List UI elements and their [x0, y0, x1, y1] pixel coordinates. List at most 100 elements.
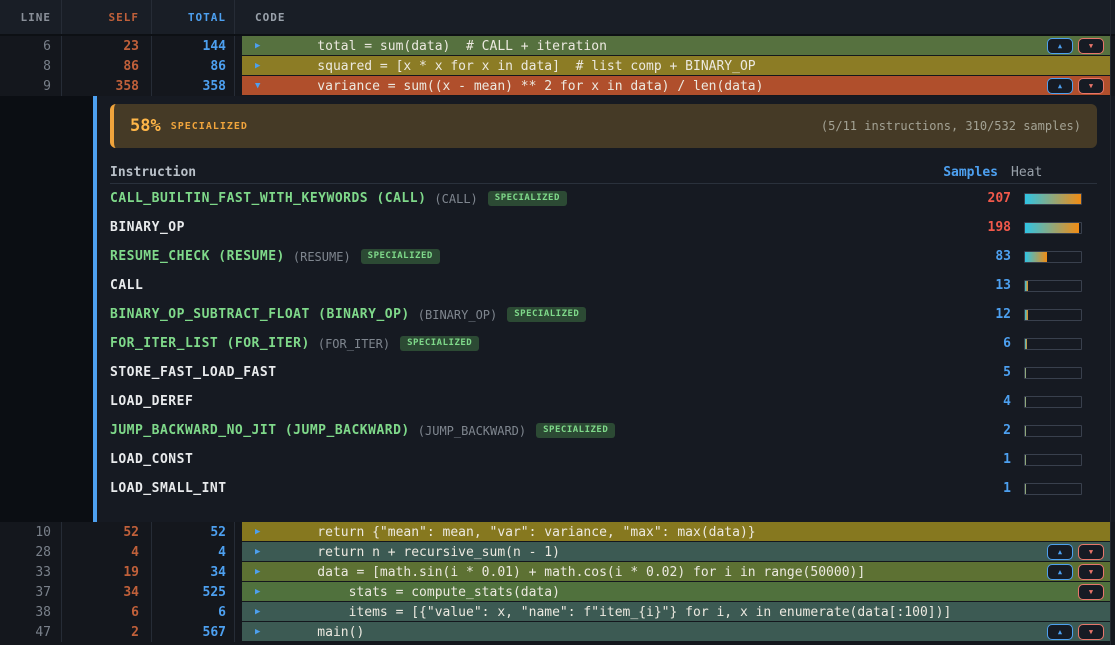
expand-toggle-icon[interactable]: ▶ [255, 588, 267, 597]
code-cell[interactable]: ▼ variance = sum((x - mean) ** 2 for x i… [242, 76, 1110, 96]
expand-toggle-icon[interactable]: ▶ [255, 568, 267, 577]
jump-up-button[interactable]: ▲ [1047, 38, 1073, 54]
instruction-name-group: BINARY_OP_SUBTRACT_FLOAT (BINARY_OP) (BI… [110, 307, 921, 322]
instruction-name-group: BINARY_OP [110, 220, 921, 235]
jump-up-button[interactable]: ▲ [1047, 624, 1073, 640]
heat-bar [1024, 396, 1082, 408]
self-samples: 86 [62, 56, 152, 76]
expand-toggle-icon[interactable]: ▶ [255, 548, 267, 557]
instruction-samples: 207 [921, 191, 1011, 206]
specialized-badge: SPECIALIZED [536, 423, 615, 438]
line-number: 33 [0, 562, 62, 582]
instruction-samples: 198 [921, 220, 1011, 235]
jump-down-button[interactable]: ▼ [1078, 564, 1104, 580]
code-cell[interactable]: ▶ return n + recursive_sum(n - 1) ▲ ▼ [242, 542, 1110, 562]
heat-bar-fill [1025, 484, 1026, 494]
instruction-name-group: LOAD_CONST [110, 452, 921, 467]
instruction-samples: 83 [921, 249, 1011, 264]
heat-bar [1024, 483, 1082, 495]
table-header: LINE SELF TOTAL CODE [0, 0, 1115, 36]
code-cell[interactable]: ▶ items = [{"value": x, "name": f"item_{… [242, 602, 1110, 622]
code-cell[interactable]: ▶ total = sum(data) # CALL + iteration ▲… [242, 36, 1110, 56]
profiler-app: LINE SELF TOTAL CODE 6 23 144 ▶ total = … [0, 0, 1115, 645]
line-number: 10 [0, 522, 62, 542]
code-text: squared = [x * x for x in data] # list c… [286, 59, 756, 74]
instruction-row: JUMP_BACKWARD_NO_JIT (JUMP_BACKWARD) (JU… [110, 416, 1097, 445]
instruction-samples: 13 [921, 278, 1011, 293]
instruction-name-group: RESUME_CHECK (RESUME) (RESUME) SPECIALIZ… [110, 249, 921, 264]
row-buttons: ▲ ▼ [1047, 564, 1104, 580]
instruction-column-header: Instruction [110, 165, 908, 180]
column-header-self[interactable]: SELF [62, 0, 152, 34]
total-samples: 4 [152, 542, 235, 562]
instruction-row: BINARY_OP 198 [110, 213, 1097, 242]
expand-toggle-icon[interactable]: ▶ [255, 42, 267, 51]
row-buttons: ▲ ▼ [1047, 544, 1104, 560]
instruction-name-group: STORE_FAST_LOAD_FAST [110, 365, 921, 380]
heat-bar-fill [1025, 455, 1026, 465]
code-cell[interactable]: ▶ main() ▲ ▼ [242, 622, 1110, 642]
specialized-label: SPECIALIZED [171, 121, 248, 132]
expand-toggle-icon[interactable]: ▶ [255, 62, 267, 71]
heat-bar [1024, 338, 1082, 350]
code-cell[interactable]: ▶ return {"mean": mean, "var": variance,… [242, 522, 1110, 542]
row-buttons: ▲ ▼ [1047, 624, 1104, 640]
total-samples: 567 [152, 622, 235, 642]
instruction-row: STORE_FAST_LOAD_FAST 5 [110, 358, 1097, 387]
jump-up-button[interactable]: ▲ [1047, 544, 1073, 560]
heat-bar [1024, 425, 1082, 437]
instruction-row: RESUME_CHECK (RESUME) (RESUME) SPECIALIZ… [110, 242, 1097, 271]
code-text: total = sum(data) # CALL + iteration [286, 39, 607, 54]
instruction-row: CALL_BUILTIN_FAST_WITH_KEYWORDS (CALL) (… [110, 184, 1097, 213]
jump-down-button[interactable]: ▼ [1078, 38, 1104, 54]
code-text: data = [math.sin(i * 0.01) + math.cos(i … [286, 565, 865, 580]
instruction-base-name: (JUMP_BACKWARD) [418, 424, 526, 438]
jump-down-button[interactable]: ▼ [1078, 78, 1104, 94]
instruction-name: LOAD_CONST [110, 452, 193, 467]
heat-bar [1024, 193, 1082, 205]
code-text: stats = compute_stats(data) [286, 585, 560, 600]
code-cell[interactable]: ▶ stats = compute_stats(data) ▼ [242, 582, 1110, 602]
jump-down-button[interactable]: ▼ [1078, 584, 1104, 600]
self-samples: 19 [62, 562, 152, 582]
instruction-name: BINARY_OP [110, 220, 185, 235]
column-header-total[interactable]: TOTAL [152, 0, 235, 34]
instruction-name: LOAD_DEREF [110, 394, 193, 409]
code-cell[interactable]: ▶ squared = [x * x for x in data] # list… [242, 56, 1110, 76]
expand-toggle-icon[interactable]: ▶ [255, 528, 267, 537]
instruction-name: LOAD_SMALL_INT [110, 481, 227, 496]
instruction-rows: CALL_BUILTIN_FAST_WITH_KEYWORDS (CALL) (… [110, 184, 1097, 503]
column-header-line[interactable]: LINE [0, 0, 62, 34]
row-buttons: ▼ [1078, 584, 1104, 600]
instruction-base-name: (FOR_ITER) [318, 337, 390, 351]
instruction-row: LOAD_DEREF 4 [110, 387, 1097, 416]
heat-bar [1024, 251, 1082, 263]
code-line-row: 10 52 52 ▶ return {"mean": mean, "var": … [0, 522, 1115, 542]
samples-column-header[interactable]: Samples [908, 165, 998, 180]
instruction-row: FOR_ITER_LIST (FOR_ITER) (FOR_ITER) SPEC… [110, 329, 1097, 358]
jump-down-button[interactable]: ▼ [1078, 544, 1104, 560]
row-buttons: ▲ ▼ [1047, 38, 1104, 54]
code-text: return n + recursive_sum(n - 1) [286, 545, 560, 560]
code-text: variance = sum((x - mean) ** 2 for x in … [286, 79, 763, 94]
expand-toggle-icon[interactable]: ▼ [255, 82, 267, 91]
instruction-samples: 12 [921, 307, 1011, 322]
expand-toggle-icon[interactable]: ▶ [255, 628, 267, 637]
heat-bar-fill [1025, 310, 1028, 320]
jump-up-button[interactable]: ▲ [1047, 564, 1073, 580]
instruction-table-header: Instruction Samples Heat [110, 162, 1097, 184]
instruction-samples: 1 [921, 481, 1011, 496]
code-cell[interactable]: ▶ data = [math.sin(i * 0.01) + math.cos(… [242, 562, 1110, 582]
jump-up-button[interactable]: ▲ [1047, 78, 1073, 94]
expand-toggle-icon[interactable]: ▶ [255, 608, 267, 617]
right-edge-border [1110, 0, 1111, 645]
jump-down-button[interactable]: ▼ [1078, 624, 1104, 640]
heat-bar [1024, 454, 1082, 466]
code-line-row: 37 34 525 ▶ stats = compute_stats(data) … [0, 582, 1115, 602]
heat-column-header: Heat [1011, 165, 1097, 180]
bottom-code-rows: 10 52 52 ▶ return {"mean": mean, "var": … [0, 522, 1115, 642]
heat-bar-fill [1025, 368, 1026, 378]
total-samples: 358 [152, 76, 235, 96]
heat-bar [1024, 367, 1082, 379]
line-number: 47 [0, 622, 62, 642]
